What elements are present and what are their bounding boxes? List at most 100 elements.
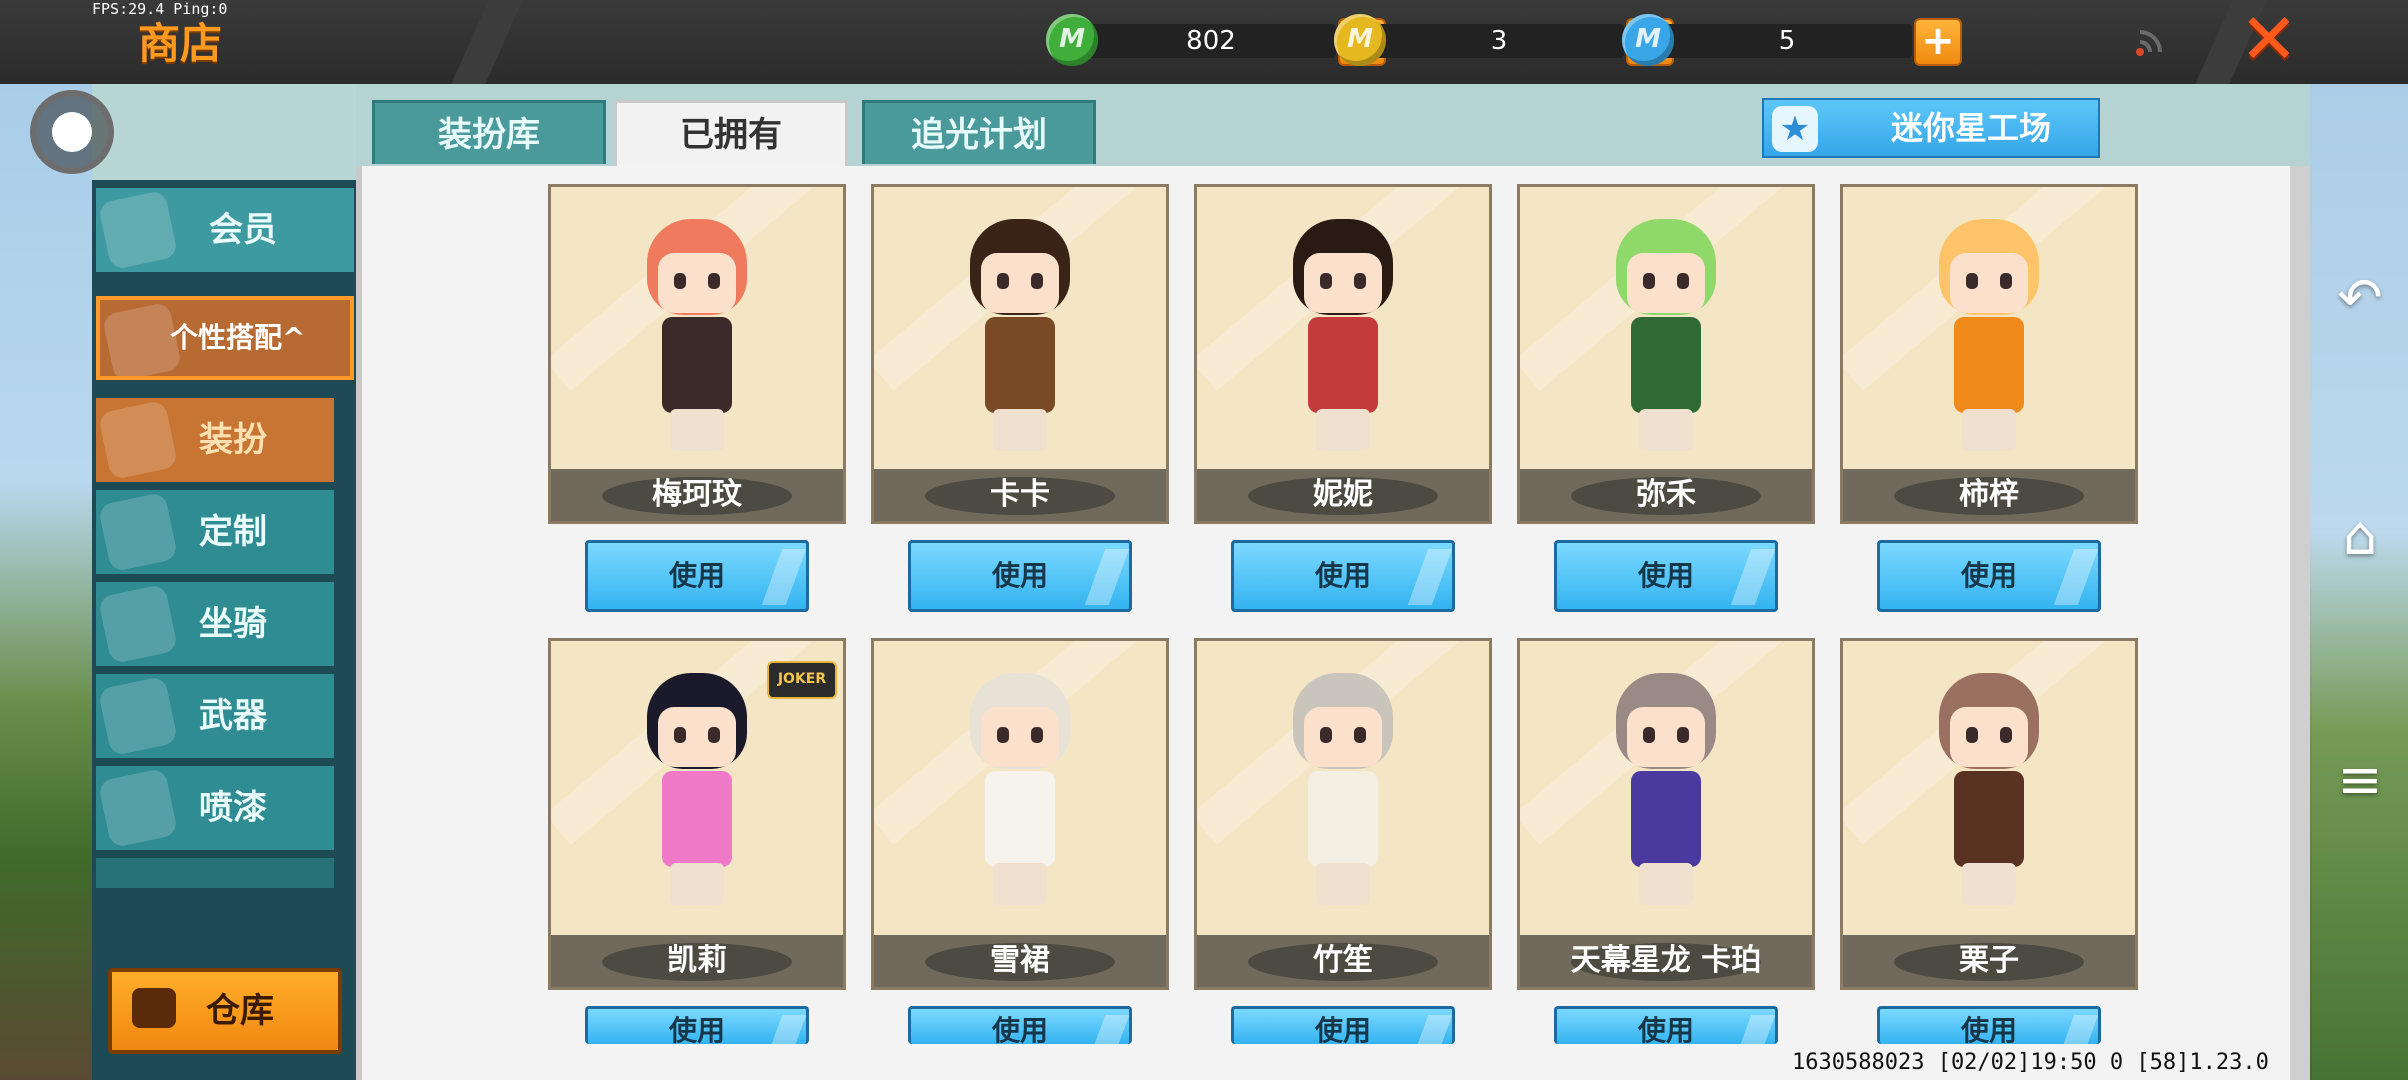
add-currency-button[interactable]: + bbox=[1914, 18, 1962, 66]
use-button[interactable]: 使用 bbox=[1231, 540, 1455, 612]
sidebar-item-member[interactable]: 会员 bbox=[96, 188, 354, 272]
decor-stripe bbox=[451, 0, 523, 84]
character-name: 柿梓 bbox=[1959, 477, 2019, 512]
character-card[interactable]: JOKER 凯莉 bbox=[548, 638, 846, 990]
joker-badge-icon: JOKER bbox=[767, 661, 837, 699]
character-eye bbox=[1031, 273, 1043, 289]
sidebar-item-partial[interactable] bbox=[96, 858, 334, 888]
character-legs bbox=[670, 863, 724, 905]
sidebar-item-weapon[interactable]: 武器 bbox=[96, 674, 334, 758]
use-button[interactable]: 使用 bbox=[1877, 1006, 2101, 1044]
use-button[interactable]: 使用 bbox=[1554, 540, 1778, 612]
currency-value: 5 bbox=[1662, 24, 1912, 58]
character-face bbox=[1950, 707, 2028, 767]
character-card[interactable]: 柿梓 bbox=[1840, 184, 2138, 524]
character-portrait bbox=[1914, 663, 2064, 913]
character-eye bbox=[2000, 273, 2012, 289]
character-card[interactable]: 天幕星龙 卡珀 bbox=[1517, 638, 1815, 990]
currency-value: 802 bbox=[1086, 24, 1336, 58]
character-name: 妮妮 bbox=[1313, 477, 1373, 512]
build-info: 1630588023 [02/02]19:50 0 [58]1.23.0 bbox=[1792, 1050, 2269, 1075]
character-eye bbox=[997, 727, 1009, 743]
warehouse-button[interactable]: 仓库 bbox=[108, 968, 342, 1054]
green-gem-coin-icon: M bbox=[1046, 14, 1098, 66]
character-eye bbox=[674, 727, 686, 743]
gold-coin-icon: M bbox=[1334, 14, 1386, 66]
use-button[interactable]: 使用 bbox=[1877, 540, 2101, 612]
character-eye bbox=[1677, 273, 1689, 289]
character-face bbox=[658, 253, 736, 313]
character-eye bbox=[708, 273, 720, 289]
character-card[interactable]: 栗子 bbox=[1840, 638, 2138, 990]
home-icon[interactable]: ⌂ bbox=[2330, 506, 2390, 566]
close-icon[interactable]: ✕ bbox=[2236, 4, 2302, 74]
sidebar-item-label: 定制 bbox=[199, 512, 267, 552]
character-legs bbox=[1639, 409, 1693, 451]
character-legs bbox=[1316, 409, 1370, 451]
sidebar-item-label: 武器 bbox=[199, 696, 267, 736]
character-eye bbox=[674, 273, 686, 289]
floating-menu-button[interactable] bbox=[30, 90, 114, 174]
side-nav bbox=[2312, 84, 2408, 1080]
tab-costume-library[interactable]: 装扮库 bbox=[372, 100, 606, 164]
use-button[interactable]: 使用 bbox=[908, 540, 1132, 612]
character-name: 天幕星龙 卡珀 bbox=[1570, 943, 1762, 978]
character-card[interactable]: 弥禾 bbox=[1517, 184, 1815, 524]
mount-icon bbox=[97, 583, 179, 665]
sidebar-item-custom[interactable]: 定制 bbox=[96, 490, 334, 574]
sidebar-item-costume[interactable]: 装扮 bbox=[96, 398, 334, 482]
character-outfit bbox=[1308, 317, 1378, 413]
use-button[interactable]: 使用 bbox=[1231, 1006, 1455, 1044]
use-button[interactable]: 使用 bbox=[585, 1006, 809, 1044]
sidebar-item-spray[interactable]: 喷漆 bbox=[96, 766, 334, 850]
character-name: 凯莉 bbox=[667, 943, 727, 978]
character-card[interactable]: 卡卡 bbox=[871, 184, 1169, 524]
character-card[interactable]: 竹笙 bbox=[1194, 638, 1492, 990]
character-name: 弥禾 bbox=[1636, 477, 1696, 512]
signal-icon bbox=[2136, 30, 2162, 56]
workshop-label: 迷你星工场 bbox=[1890, 109, 2051, 147]
tab-light-plan[interactable]: 追光计划 bbox=[862, 100, 1096, 164]
pencil-icon bbox=[97, 491, 179, 573]
warehouse-label: 仓库 bbox=[206, 991, 274, 1031]
character-eye bbox=[1966, 727, 1978, 743]
character-card[interactable]: 妮妮 bbox=[1194, 184, 1492, 524]
character-face bbox=[981, 253, 1059, 313]
character-card[interactable]: 雪裙 bbox=[871, 638, 1169, 990]
use-button[interactable]: 使用 bbox=[1554, 1006, 1778, 1044]
character-portrait bbox=[945, 663, 1095, 913]
character-eye bbox=[708, 727, 720, 743]
sidebar-header bbox=[92, 84, 356, 180]
character-outfit bbox=[1631, 317, 1701, 413]
character-portrait bbox=[622, 209, 772, 459]
mini-workshop-button[interactable]: ★ 迷你星工场 bbox=[1762, 98, 2100, 158]
sidebar-item-label: 会员 bbox=[209, 210, 277, 250]
gun-icon bbox=[97, 675, 179, 757]
character-card[interactable]: 梅珂玟 bbox=[548, 184, 846, 524]
back-icon[interactable]: ↶ bbox=[2330, 268, 2390, 328]
use-button[interactable]: 使用 bbox=[585, 540, 809, 612]
trophy-icon bbox=[101, 301, 183, 376]
character-portrait bbox=[1268, 663, 1418, 913]
character-portrait bbox=[622, 663, 772, 913]
character-face bbox=[1304, 707, 1382, 767]
character-name: 竹笙 bbox=[1313, 943, 1373, 978]
page-title: 商店 bbox=[138, 19, 223, 68]
character-eye bbox=[1354, 727, 1366, 743]
chest-icon bbox=[132, 988, 176, 1028]
scrollbar[interactable] bbox=[2290, 166, 2310, 1080]
sidebar-group-outfit[interactable]: 个性搭配^ bbox=[96, 296, 354, 380]
character-eye bbox=[1966, 273, 1978, 289]
character-legs bbox=[993, 409, 1047, 451]
tab-owned[interactable]: 已拥有 bbox=[614, 100, 848, 166]
character-eye bbox=[2000, 727, 2012, 743]
character-portrait bbox=[945, 209, 1095, 459]
use-button[interactable]: 使用 bbox=[908, 1006, 1132, 1044]
character-eye bbox=[1354, 273, 1366, 289]
character-face bbox=[1304, 253, 1382, 313]
sidebar-item-mount[interactable]: 坐骑 bbox=[96, 582, 334, 666]
member-icon bbox=[97, 189, 179, 271]
menu-icon[interactable]: ≡ bbox=[2330, 750, 2390, 810]
character-outfit bbox=[985, 771, 1055, 867]
character-eye bbox=[1320, 273, 1332, 289]
